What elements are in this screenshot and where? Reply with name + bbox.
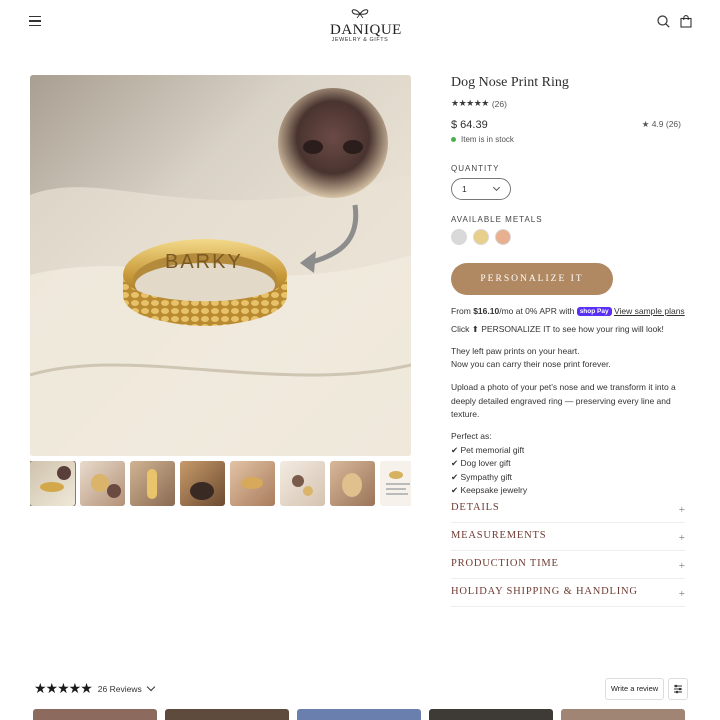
thumbnail-strip bbox=[30, 461, 411, 506]
metals-label: AVAILABLE METALS bbox=[451, 215, 543, 224]
accordion-label: DETAILS bbox=[451, 502, 500, 513]
accordion-label: HOLIDAY SHIPPING & HANDLING bbox=[451, 586, 638, 597]
rating-stars: ★★★★★ bbox=[451, 98, 489, 108]
plus-icon: + bbox=[678, 560, 685, 572]
bow-icon bbox=[351, 9, 369, 19]
filter-sliders-icon[interactable] bbox=[668, 678, 688, 700]
thumbnail-1[interactable] bbox=[30, 461, 76, 506]
review-photo[interactable] bbox=[429, 709, 553, 720]
product-price: $ 64.39 bbox=[451, 119, 488, 131]
description-line-2: deeply detailed engraved ring — preservi… bbox=[451, 396, 671, 406]
thumbnail-6[interactable] bbox=[280, 461, 325, 506]
stock-text: Item is in stock bbox=[461, 135, 514, 144]
divider bbox=[451, 578, 685, 579]
chevron-down-icon bbox=[146, 682, 155, 692]
review-photo[interactable] bbox=[561, 709, 685, 720]
divider bbox=[451, 606, 685, 607]
review-photo[interactable] bbox=[33, 709, 157, 720]
metal-swatch-gold[interactable] bbox=[473, 229, 489, 245]
perfect-item: ✔ Pet memorial gift bbox=[451, 445, 525, 455]
thumbnail-4[interactable] bbox=[180, 461, 225, 506]
reviews-count: 26 Reviews bbox=[97, 683, 142, 694]
write-review-button[interactable]: Write a review bbox=[605, 678, 664, 700]
plus-icon: + bbox=[678, 588, 685, 600]
thumbnail-8[interactable] bbox=[380, 461, 411, 506]
accordion-measurements[interactable]: MEASUREMENTS + bbox=[451, 530, 685, 544]
metal-swatches bbox=[451, 229, 511, 245]
rating-summary[interactable]: ★ 4.9 (26) bbox=[642, 119, 681, 130]
engraving-text: BARKY bbox=[165, 251, 243, 273]
divider bbox=[451, 550, 685, 551]
product-title: Dog Nose Print Ring bbox=[451, 75, 569, 90]
perfect-as-heading: Perfect as: bbox=[451, 431, 492, 441]
personalize-button[interactable]: PERSONALIZE IT bbox=[451, 263, 613, 295]
apr-middle: /mo at 0% APR with bbox=[499, 306, 577, 316]
review-photo[interactable] bbox=[165, 709, 289, 720]
sample-plans-link[interactable]: View sample plans bbox=[614, 306, 685, 316]
perfect-item: ✔ Sympathy gift bbox=[451, 472, 512, 482]
chevron-down-icon bbox=[492, 183, 501, 192]
product-rating[interactable]: ★★★★★ (26) bbox=[451, 98, 507, 109]
hamburger-menu-icon[interactable] bbox=[29, 16, 41, 26]
logo-name: DANIQUE bbox=[330, 22, 402, 38]
thumbnail-3[interactable] bbox=[130, 461, 175, 506]
metal-swatch-rose-gold[interactable] bbox=[495, 229, 511, 245]
quantity-select[interactable]: 1 bbox=[451, 178, 511, 200]
shop-pay-logo: shop Pay bbox=[576, 307, 612, 316]
accordion-details[interactable]: DETAILS + bbox=[451, 502, 685, 516]
thumbnail-5[interactable] bbox=[230, 461, 275, 506]
quantity-value: 1 bbox=[462, 184, 467, 194]
accordion-label: PRODUCTION TIME bbox=[451, 558, 559, 569]
tagline-line-1: They left paw prints on your heart. bbox=[451, 346, 580, 356]
plus-icon: + bbox=[678, 504, 685, 516]
installments-info: From $16.10/mo at 0% APR with shop Pay V… bbox=[451, 306, 701, 316]
reviews-stars: ★★★★★ bbox=[34, 680, 93, 696]
apr-amount: $16.10 bbox=[473, 306, 500, 316]
logo-subtitle: JEWELRY & GIFTS bbox=[331, 37, 389, 43]
site-header: DANIQUE JEWELRY & GIFTS bbox=[0, 0, 720, 46]
brand-logo[interactable]: DANIQUE JEWELRY & GIFTS bbox=[330, 5, 402, 44]
stock-status: Item is in stock bbox=[451, 135, 514, 144]
main-product-image[interactable]: BARKY bbox=[30, 75, 411, 456]
apr-prefix: From bbox=[451, 306, 474, 316]
personalize-note: Click ⬆ PERSONALIZE IT to see how your r… bbox=[451, 324, 664, 334]
description-line-1: Upload a photo of your pet’s nose and we… bbox=[451, 382, 676, 392]
in-stock-dot-icon bbox=[451, 137, 456, 142]
perfect-item: ✔ Dog lover gift bbox=[451, 458, 511, 468]
plus-icon: + bbox=[678, 532, 685, 544]
accordion-holiday-shipping[interactable]: HOLIDAY SHIPPING & HANDLING + bbox=[451, 586, 685, 600]
perfect-item: ✔ Keepsake jewelry bbox=[451, 485, 528, 495]
thumbnail-7[interactable] bbox=[330, 461, 375, 506]
thumbnail-2[interactable] bbox=[80, 461, 125, 506]
reviews-summary[interactable]: ★★★★★ 26 Reviews bbox=[34, 680, 155, 697]
review-count: (26) bbox=[491, 98, 507, 109]
quantity-label: QUANTITY bbox=[451, 164, 500, 173]
search-icon[interactable] bbox=[657, 15, 670, 28]
shopping-bag-icon[interactable] bbox=[680, 15, 692, 28]
accordion-label: MEASUREMENTS bbox=[451, 530, 547, 541]
tagline-line-2: Now you can carry their nose print forev… bbox=[451, 359, 611, 369]
ring-photo: BARKY bbox=[30, 75, 411, 456]
divider bbox=[451, 522, 685, 523]
metal-swatch-silver[interactable] bbox=[451, 229, 467, 245]
accordion-production-time[interactable]: PRODUCTION TIME + bbox=[451, 558, 685, 572]
review-photo[interactable] bbox=[297, 709, 421, 720]
description-line-3: texture. bbox=[451, 409, 480, 419]
